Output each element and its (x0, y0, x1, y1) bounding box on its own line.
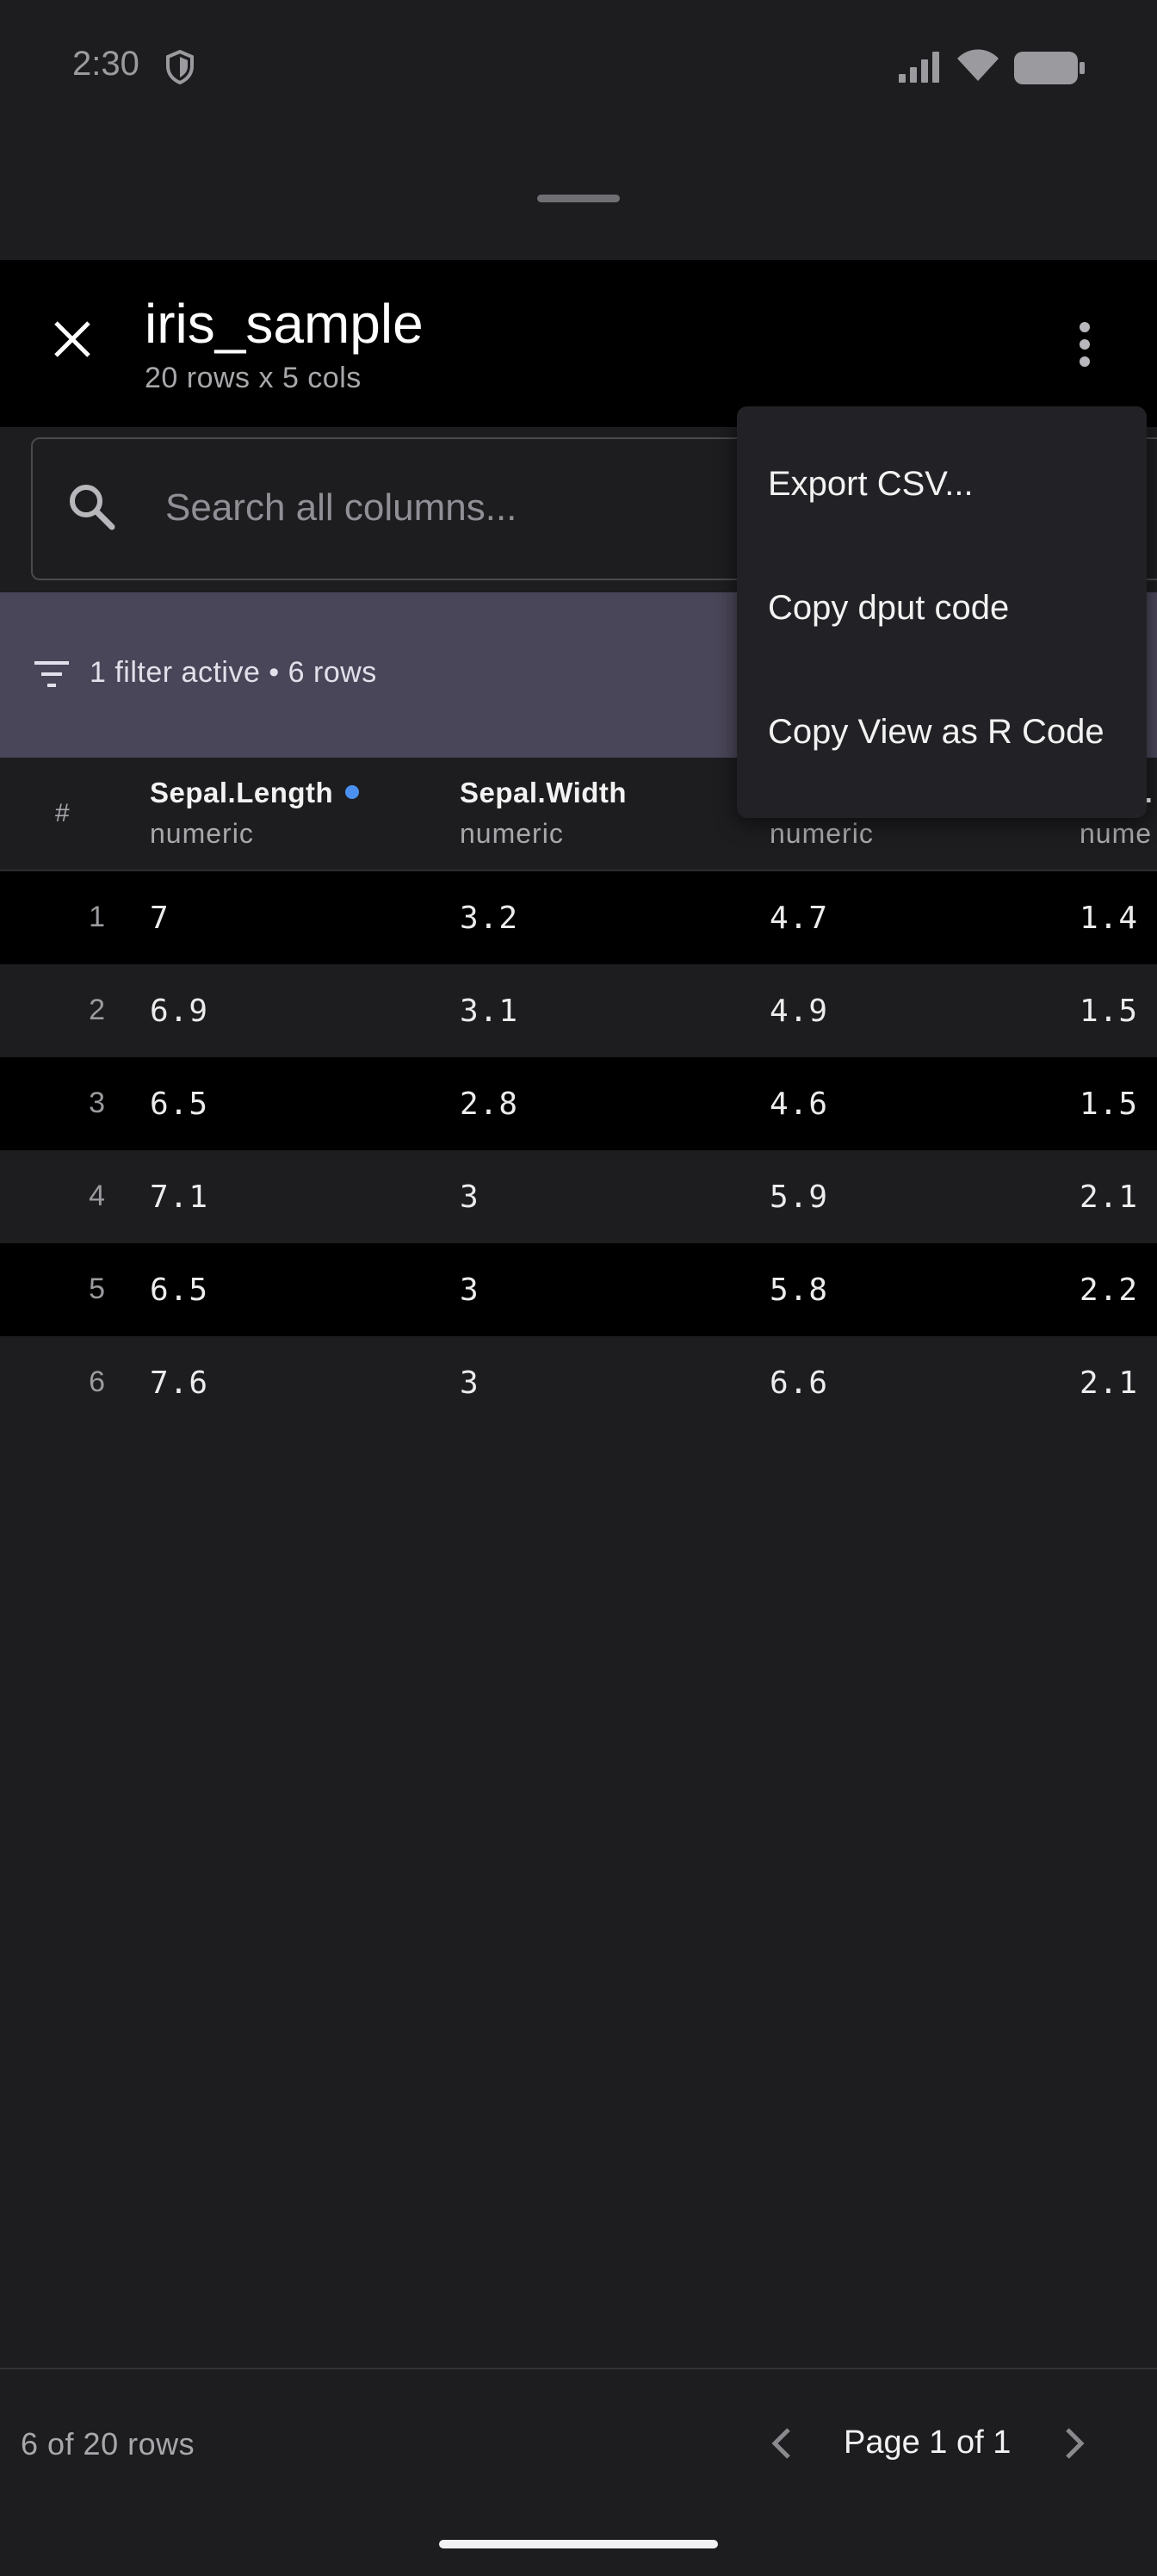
table-cell: 5.8 (770, 1273, 829, 1308)
page-indicator: Page 1 of 1 (844, 2424, 1012, 2461)
table-row[interactable]: 2 6.9 3.1 4.9 1.5 (0, 964, 1157, 1057)
prev-page-button[interactable] (756, 2418, 807, 2469)
table-cell: 1.5 (1080, 1087, 1139, 1122)
shield-icon (166, 50, 194, 84)
next-page-button[interactable] (1049, 2418, 1100, 2469)
dataset-title: iris_sample (145, 293, 424, 355)
index-column-header: # (55, 799, 70, 827)
table-row[interactable]: 6 7.6 3 6.6 2.1 (0, 1336, 1157, 1429)
table-cell: 7.1 (150, 1180, 209, 1215)
data-viewer-screen: 2:30 iris_sample 20 rows x 5 cols Search… (0, 0, 1157, 2576)
close-icon (54, 321, 90, 357)
table-cell: 3.2 (460, 901, 519, 936)
table-cell: 7 (150, 901, 170, 936)
sort-indicator-dot (345, 785, 360, 800)
table-cell: 6.5 (150, 1087, 209, 1122)
table-cell: 4.6 (770, 1087, 829, 1122)
row-index: 3 (89, 1087, 105, 1119)
table-cell: 1.5 (1080, 994, 1139, 1029)
table-cell: 3 (460, 1180, 480, 1215)
table-body: 1 7 3.2 4.7 1.4 2 6.9 3.1 4.9 1.5 3 6.5 … (0, 871, 1157, 1429)
table-cell: 6.6 (770, 1365, 829, 1401)
signal-icon (899, 52, 939, 83)
column-type-label: numeric (770, 818, 874, 849)
menu-item-copy-r-code[interactable]: Copy View as R Code (768, 713, 1104, 752)
column-header-sepal-length[interactable]: Sepal.Length (150, 777, 360, 809)
row-index: 1 (89, 901, 105, 933)
table-cell: 4.7 (770, 901, 829, 936)
row-index: 5 (89, 1273, 105, 1305)
column-header-sepal-width[interactable]: Sepal.Width (460, 777, 627, 809)
chevron-right-icon (1066, 2428, 1085, 2459)
table-row[interactable]: 4 7.1 3 5.9 2.1 (0, 1150, 1157, 1243)
menu-item-copy-dput[interactable]: Copy dput code (768, 589, 1009, 628)
table-cell: 1.4 (1080, 901, 1139, 936)
filter-status-text: 1 filter active • 6 rows (90, 656, 377, 689)
table-cell: 6.9 (150, 994, 209, 1029)
column-type-label: numeric (150, 818, 254, 849)
filter-icon (34, 661, 69, 687)
table-cell: 2.1 (1080, 1365, 1139, 1401)
overflow-menu: Export CSV... Copy dput code Copy View a… (737, 406, 1147, 818)
table-cell: 3 (460, 1365, 480, 1401)
row-count-label: 6 of 20 rows (21, 2426, 195, 2461)
table-cell: 3.1 (460, 994, 519, 1029)
table-cell: 2.8 (460, 1087, 519, 1122)
row-index: 4 (89, 1180, 105, 1212)
row-index: 2 (89, 994, 105, 1026)
close-button[interactable] (38, 305, 107, 374)
table-cell: 2.2 (1080, 1273, 1139, 1308)
status-bar: 2:30 (0, 0, 1157, 138)
sheet-drag-handle[interactable] (537, 195, 620, 202)
table-row[interactable]: 3 6.5 2.8 4.6 1.5 (0, 1057, 1157, 1150)
row-index: 6 (89, 1365, 105, 1398)
status-time: 2:30 (72, 45, 139, 83)
dataset-dimensions: 20 rows x 5 cols (145, 362, 362, 394)
search-icon (70, 485, 115, 530)
chevron-left-icon (771, 2428, 790, 2459)
table-cell: 2.1 (1080, 1180, 1139, 1215)
more-options-button[interactable] (1064, 310, 1105, 379)
table-cell: 3 (460, 1273, 480, 1308)
search-input[interactable] (165, 482, 716, 534)
menu-item-export-csv[interactable]: Export CSV... (768, 465, 974, 504)
table-cell: 6.5 (150, 1273, 209, 1308)
table-cell: 5.9 (770, 1180, 829, 1215)
table-row[interactable]: 5 6.5 3 5.8 2.2 (0, 1243, 1157, 1336)
column-type-label: nume (1080, 818, 1153, 849)
table-row[interactable]: 1 7 3.2 4.7 1.4 (0, 871, 1157, 964)
table-cell: 4.9 (770, 994, 829, 1029)
more-vert-icon (1080, 322, 1090, 367)
battery-icon (1014, 52, 1085, 84)
home-indicator[interactable] (439, 2540, 718, 2548)
table-cell: 7.6 (150, 1365, 209, 1401)
column-type-label: numeric (460, 818, 564, 849)
wifi-icon (957, 49, 999, 81)
